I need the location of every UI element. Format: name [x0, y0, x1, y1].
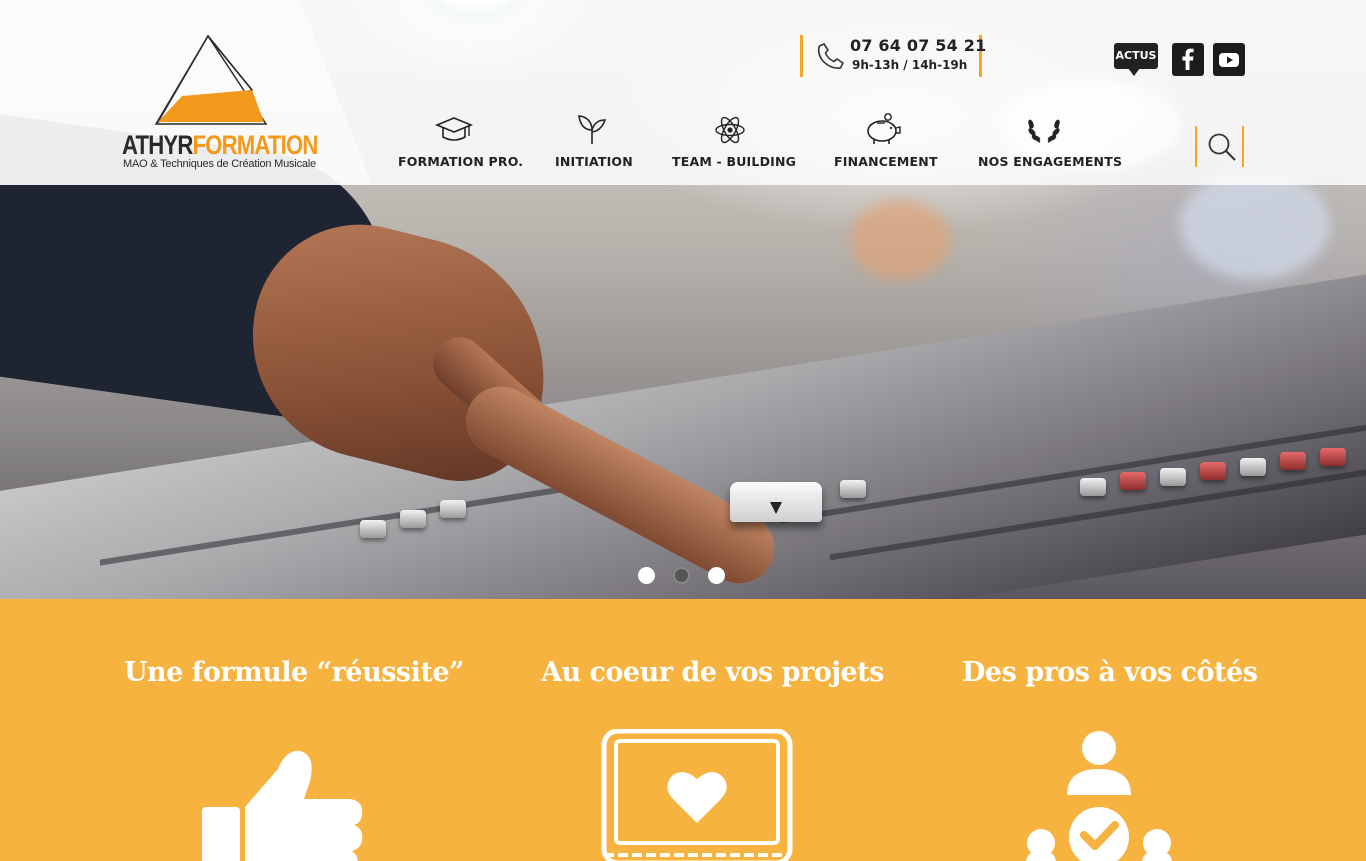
laptop-heart-icon	[601, 729, 793, 861]
feature-title-2: Au coeur de vos projets	[541, 657, 884, 688]
youtube-link[interactable]	[1213, 43, 1245, 76]
nav-item-formation-pro[interactable]: FORMATION PRO.	[398, 112, 523, 172]
slider-dot-1[interactable]	[638, 567, 655, 584]
youtube-icon	[1219, 53, 1239, 67]
facebook-link[interactable]	[1172, 43, 1204, 76]
nav-item-initiation[interactable]: INITIATION	[555, 112, 633, 172]
laurel-icon	[1028, 119, 1060, 143]
features-section: Une formule “réussite” Au coeur de vos p…	[0, 599, 1366, 861]
nav-item-nos-engagements[interactable]: NOS ENGAGEMENTS	[978, 112, 1122, 172]
atom-icon	[715, 116, 745, 144]
search-icon	[1208, 133, 1236, 161]
phone-icon	[817, 43, 844, 69]
piggy-bank-icon	[867, 113, 901, 144]
team-check-icon	[1026, 731, 1172, 861]
phone-contact[interactable]: 07 64 07 54 21 9h-13h / 14h-19h	[800, 35, 986, 77]
nav-item-financement[interactable]: FINANCEMENT	[834, 112, 937, 172]
actus-link[interactable]: ACTUS	[1114, 43, 1158, 76]
sprout-icon	[578, 115, 607, 144]
slider-dot-3[interactable]	[708, 567, 725, 584]
search-button[interactable]	[1195, 126, 1244, 167]
site-logo[interactable]: ATHYRFORMATION MAO & Techniques de Créat…	[122, 34, 318, 174]
phone-number[interactable]: 07 64 07 54 21	[850, 36, 986, 55]
slider-pagination	[638, 567, 725, 584]
thumbs-up-icon	[202, 750, 363, 861]
nav-item-team-building[interactable]: TEAM - BUILDING	[672, 112, 796, 172]
logo-wordmark: ATHYRFORMATION	[122, 130, 318, 160]
feature-title-3: Des pros à vos côtés	[962, 657, 1258, 688]
graduation-cap-icon	[434, 117, 474, 141]
site-header: ATHYRFORMATION MAO & Techniques de Créat…	[0, 0, 1366, 185]
logo-triangle-icon	[154, 34, 268, 125]
facebook-icon	[1182, 48, 1194, 70]
feature-title-1: Une formule “réussite”	[124, 657, 465, 688]
logo-tagline: MAO & Techniques de Création Musicale	[123, 158, 316, 170]
opening-hours: 9h-13h / 14h-19h	[852, 58, 968, 72]
slider-dot-2[interactable]	[673, 567, 690, 584]
